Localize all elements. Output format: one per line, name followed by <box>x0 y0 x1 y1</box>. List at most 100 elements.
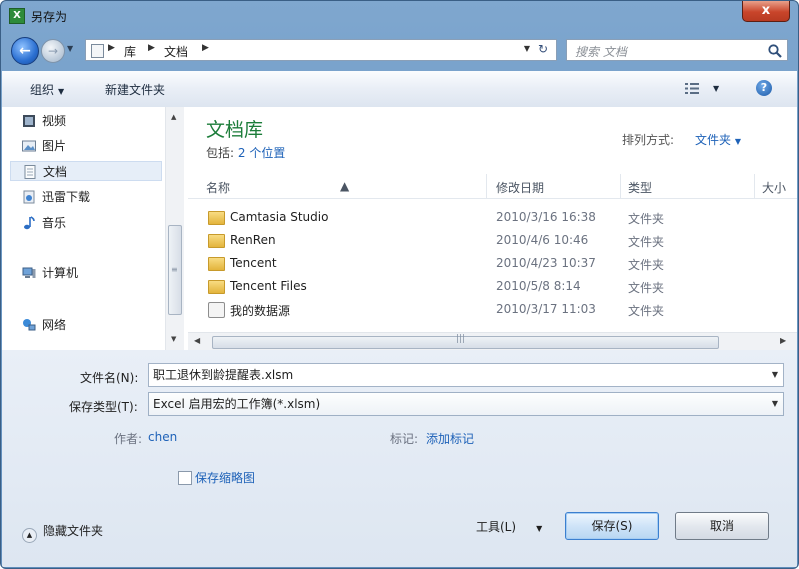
arrange-by-dropdown[interactable]: 文件夹 ▼ <box>695 131 741 148</box>
scroll-right-icon[interactable]: ▶ <box>780 336 786 345</box>
breadcrumb-separator-icon[interactable]: ▶ <box>108 43 115 53</box>
cancel-button[interactable]: 取消 <box>675 512 769 540</box>
save-thumbnail-checkbox[interactable] <box>178 471 192 485</box>
file-row[interactable]: Tencent 2010/4/23 10:37 文件夹 <box>188 252 797 275</box>
grip-icon: ||| <box>456 334 466 344</box>
chevron-down-icon: ▼ <box>771 399 778 408</box>
sidebar-item-music[interactable]: 音乐 <box>22 213 162 233</box>
navigation-pane-scrollbar[interactable]: ▲ ≡ ▼ <box>165 107 184 350</box>
sidebar-item-label: 文档 <box>43 165 68 179</box>
recent-locations-dropdown-icon[interactable]: ▼ <box>67 44 73 53</box>
file-row[interactable]: 我的数据源 2010/3/17 11:03 文件夹 <box>188 298 797 321</box>
file-name: Camtasia Studio <box>230 210 329 224</box>
filename-value: 职工退休到龄提醒表.xlsm <box>153 368 294 382</box>
address-bar[interactable]: ▶ 库 ▶ 文档 ▶ ▼ ↻ <box>85 39 557 61</box>
scrollbar-thumb[interactable] <box>212 336 719 349</box>
library-includes: 包括: 2 个位置 <box>206 144 285 161</box>
search-icon[interactable] <box>767 43 783 59</box>
column-header-type[interactable]: 类型 <box>628 179 652 196</box>
document-icon <box>24 165 36 179</box>
scroll-down-icon[interactable]: ▼ <box>171 335 176 343</box>
location-icon <box>91 44 104 58</box>
column-header-size[interactable]: 大小 <box>762 179 786 196</box>
tools-menu[interactable]: 工具(L) ▼ <box>476 518 542 535</box>
download-icon <box>23 190 35 204</box>
close-button[interactable]: x <box>742 1 790 22</box>
column-divider[interactable] <box>754 174 755 198</box>
hide-folders-button[interactable]: ▲ 隐藏文件夹 <box>22 522 103 543</box>
sidebar-item-network[interactable]: 网络 <box>22 315 162 335</box>
video-icon <box>23 115 35 127</box>
file-modified: 2010/5/8 8:14 <box>496 279 581 293</box>
column-header-name[interactable]: 名称 <box>206 179 230 196</box>
folder-icon <box>208 211 225 225</box>
browser-area: 视频 图片 文档 迅雷下载 音乐 计算机 网络 ▲ ≡ ▼ 文档库 包括: 2 … <box>2 107 797 351</box>
folder-icon <box>208 234 225 248</box>
column-divider[interactable] <box>486 174 487 198</box>
sidebar-item-pictures[interactable]: 图片 <box>22 136 162 156</box>
music-icon <box>24 216 35 230</box>
scroll-left-icon[interactable]: ◀ <box>194 336 200 345</box>
file-type: 文件夹 <box>628 212 665 226</box>
navigation-pane: 视频 图片 文档 迅雷下载 音乐 计算机 网络 <box>2 107 166 350</box>
filename-input[interactable]: 职工退休到龄提醒表.xlsm ▼ <box>148 363 784 387</box>
back-button[interactable]: ← <box>11 37 39 65</box>
tags-field[interactable]: 添加标记 <box>426 430 474 447</box>
column-header-modified[interactable]: 修改日期 <box>496 179 544 196</box>
organize-menu[interactable]: 组织 ▼ <box>30 81 64 98</box>
breadcrumb-documents[interactable]: 文档 <box>164 43 188 60</box>
sidebar-item-label: 图片 <box>42 139 67 153</box>
chevron-down-icon[interactable]: ▼ <box>772 364 778 386</box>
search-input[interactable]: 搜索 文档 <box>566 39 788 61</box>
view-dropdown-icon[interactable]: ▼ <box>713 84 719 93</box>
search-placeholder: 搜索 文档 <box>575 45 627 59</box>
save-options-panel: 文件名(N): 职工退休到龄提醒表.xlsm ▼ 保存类型(T): Excel … <box>2 350 797 567</box>
address-dropdown-icon[interactable]: ▼ <box>524 44 530 53</box>
excel-app-icon: X <box>9 8 25 24</box>
sidebar-item-documents[interactable]: 文档 <box>10 161 162 181</box>
file-type: 文件夹 <box>628 258 665 272</box>
new-folder-button[interactable]: 新建文件夹 <box>105 81 165 98</box>
save-button[interactable]: 保存(S) <box>565 512 659 540</box>
picture-icon <box>22 140 36 152</box>
file-row[interactable]: Camtasia Studio 2010/3/16 16:38 文件夹 <box>188 206 797 229</box>
forward-button[interactable]: → <box>41 39 65 63</box>
column-divider[interactable] <box>620 174 621 198</box>
scroll-up-icon[interactable]: ▲ <box>171 113 176 121</box>
organize-label: 组织 <box>30 83 55 97</box>
library-title: 文档库 <box>206 119 264 141</box>
sidebar-item-thunder-downloads[interactable]: 迅雷下载 <box>22 187 162 207</box>
tags-label: 标记: <box>390 432 419 446</box>
hide-folders-label: 隐藏文件夹 <box>43 524 104 538</box>
file-modified: 2010/3/16 16:38 <box>496 210 596 224</box>
database-folder-icon <box>208 302 225 318</box>
view-options-icon[interactable] <box>685 82 703 95</box>
breadcrumb-library[interactable]: 库 <box>124 43 136 60</box>
sidebar-item-label: 视频 <box>42 114 67 128</box>
sidebar-item-label: 音乐 <box>42 216 67 230</box>
folder-icon <box>208 257 225 271</box>
sidebar-item-computer[interactable]: 计算机 <box>22 263 162 283</box>
help-icon[interactable]: ? <box>756 80 772 96</box>
sidebar-item-videos[interactable]: 视频 <box>22 111 162 131</box>
file-name: 我的数据源 <box>230 304 291 318</box>
file-list-horizontal-scrollbar[interactable]: ◀ ||| ▶ <box>188 332 797 351</box>
navigation-bar: ← → ▼ ▶ 库 ▶ 文档 ▶ ▼ ↻ 搜索 文档 <box>1 31 798 69</box>
save-thumbnail-label[interactable]: 保存缩略图 <box>195 469 255 486</box>
chevron-down-icon: ▼ <box>734 137 741 146</box>
file-row[interactable]: RenRen 2010/4/6 10:46 文件夹 <box>188 229 797 252</box>
refresh-icon[interactable]: ↻ <box>534 42 552 58</box>
file-modified: 2010/4/6 10:46 <box>496 233 589 247</box>
network-icon <box>23 319 36 331</box>
breadcrumb-separator-icon[interactable]: ▶ <box>148 43 155 53</box>
filetype-label: 保存类型(T): <box>69 400 138 414</box>
file-type: 文件夹 <box>628 304 665 318</box>
author-field[interactable]: chen <box>148 430 177 444</box>
chevron-up-icon: ▲ <box>22 528 37 543</box>
save-as-dialog: X 另存为 x ← → ▼ ▶ 库 ▶ 文档 ▶ ▼ ↻ 搜索 文档 组织 ▼ 新… <box>0 0 799 569</box>
file-type: 文件夹 <box>628 281 665 295</box>
file-row[interactable]: Tencent Files 2010/5/8 8:14 文件夹 <box>188 275 797 298</box>
includes-locations-link[interactable]: 2 个位置 <box>238 146 285 160</box>
breadcrumb-separator-icon[interactable]: ▶ <box>202 43 209 53</box>
filetype-select[interactable]: Excel 启用宏的工作簿(*.xlsm) ▼ <box>148 392 784 416</box>
